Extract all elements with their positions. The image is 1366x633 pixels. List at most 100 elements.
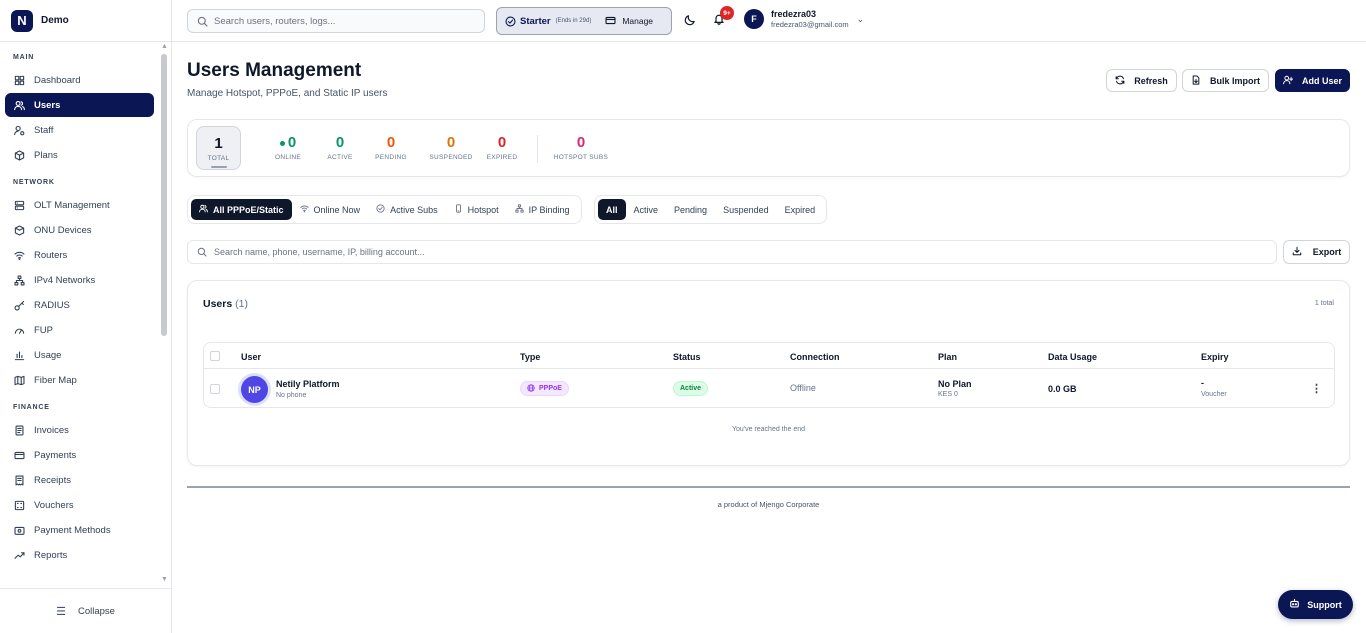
status-tab-pending[interactable]: Pending [666,199,715,220]
sidebar-item-payment-methods[interactable]: Payment Methods [5,518,154,542]
users-count: (1) [235,298,248,310]
users-total: 1 total [1314,300,1334,307]
voucher-icon [13,499,25,511]
support-bot-icon [1289,598,1300,611]
sidebar-item-vouchers[interactable]: Vouchers [5,493,154,517]
check-circle-icon [505,15,516,27]
collapse-button[interactable]: ☰ Collapse [0,588,171,633]
type-badge: PPPoE [520,381,569,396]
sidebar-item-label: Usage [34,349,62,361]
sidebar-item-ipv4-networks[interactable]: IPv4 Networks [5,268,154,292]
stat-value: 0 [386,134,396,151]
column-header-user[interactable]: User [241,352,261,362]
page-subtitle: Manage Hotspot, PPPoE, and Static IP use… [187,88,388,99]
status-tab-expired[interactable]: Expired [777,199,824,220]
sidebar-item-invoices[interactable]: Invoices [5,418,154,442]
sidebar-item-label: Reports [34,549,68,561]
user-search[interactable] [187,240,1277,264]
select-all-checkbox[interactable] [210,351,220,361]
tab-label: IP Binding [528,204,570,215]
sidebar-item-label: Payments [34,449,77,461]
key-icon [13,299,25,311]
sidebar-scrollbar[interactable] [161,54,167,336]
user-phone-cell: No phone [276,392,307,399]
check-circle-icon [376,204,385,215]
sidebar-item-reports[interactable]: Reports [5,543,154,567]
table-row[interactable]: NP Netily Platform No phone PPPoE Active… [204,370,1334,408]
column-header-status[interactable]: Status [673,352,701,362]
status-filter-tabs: All Active Pending Suspended Expired [594,195,828,224]
olt-icon [13,199,25,211]
sidebar-item-plans[interactable]: Plans [5,143,154,167]
scroll-down-arrow-icon[interactable]: ▼ [161,576,168,583]
stat-underline [211,166,227,168]
tab-label: All PPPoE/Static [213,204,284,215]
expiry-sub-cell: Voucher [1201,391,1227,398]
sidebar-item-label: IPv4 Networks [34,274,96,286]
user-menu[interactable]: F fredezra03 fredezra03@gmail.com ⌄ [744,9,864,29]
status-badge: Active [673,381,709,396]
tab-online-now[interactable]: Online Now [292,199,369,220]
column-header-data-usage[interactable]: Data Usage [1048,352,1097,362]
tab-ip-binding[interactable]: IP Binding [507,199,578,220]
plan-box[interactable]: Starter (Ends in 29d) Manage [496,7,672,35]
sidebar-item-label: Receipts [34,474,71,486]
bulk-import-button[interactable]: Bulk Import [1182,69,1269,92]
nav-section-title: MAIN [13,53,35,61]
user-name-cell[interactable]: Netily Platform [276,379,340,389]
plans-icon [13,149,25,161]
tab-hotspot[interactable]: Hotspot [446,199,507,220]
plan-expiry: (Ends in 29d) [555,18,592,24]
stat-total[interactable]: 1 TOTAL [196,126,241,170]
sidebar-item-users[interactable]: Users [5,93,154,117]
column-header-type[interactable]: Type [520,352,540,362]
users-icon [13,99,25,111]
tab-all-pppoe-static[interactable]: All PPPoE/Static [191,199,292,220]
sidebar-item-olt-management[interactable]: OLT Management [5,193,154,217]
refresh-button[interactable]: Refresh [1106,69,1177,92]
stat-expired[interactable]: 0 EXPIRED [467,126,537,170]
export-button[interactable]: Export [1283,240,1350,264]
sidebar-item-payments[interactable]: Payments [5,443,154,467]
manage-plan-button[interactable]: Manage [605,15,653,28]
global-search-input[interactable] [214,15,474,27]
brand[interactable]: N Demo [0,0,171,42]
column-header-expiry[interactable]: Expiry [1201,352,1229,362]
user-search-input[interactable] [214,247,1264,257]
data-usage-cell: 0.0 GB [1048,384,1077,394]
network-icon [13,274,25,286]
sidebar-item-staff[interactable]: Staff [5,118,154,142]
sidebar-item-fup[interactable]: FUP [5,318,154,342]
bulk-import-label: Bulk Import [1209,75,1260,86]
manage-label: Manage [622,16,654,26]
stat-hotspot-subs[interactable]: 0 HOTSPOT SUBS [546,126,616,170]
trend-icon [13,549,25,561]
column-header-connection[interactable]: Connection [790,352,840,362]
column-header-plan[interactable]: Plan [938,352,957,362]
support-button[interactable]: Support [1278,590,1353,619]
sidebar-item-fiber-map[interactable]: Fiber Map [5,368,154,392]
status-tab-suspended[interactable]: Suspended [715,199,777,220]
row-checkbox[interactable] [210,384,220,394]
global-search[interactable] [187,9,485,33]
status-tab-active[interactable]: Active [626,199,667,220]
scroll-up-arrow-icon[interactable]: ▲ [161,43,168,50]
sidebar-item-radius[interactable]: RADIUS [5,293,154,317]
staff-icon [13,124,25,136]
theme-toggle-moon-icon[interactable] [684,14,698,28]
sidebar-item-onu-devices[interactable]: ONU Devices [5,218,154,242]
row-actions-more-icon[interactable]: ⋮ [1311,382,1322,395]
notification-badge: 9+ [720,6,734,20]
sidebar-item-dashboard[interactable]: Dashboard [5,68,154,92]
sidebar-item-receipts[interactable]: Receipts [5,468,154,492]
tab-active-subs[interactable]: Active Subs [368,199,446,220]
wallet-icon [13,524,25,536]
sidebar-item-usage[interactable]: Usage [5,343,154,367]
sidebar-item-label: FUP [34,324,53,336]
stat-label: TOTAL [207,155,230,162]
add-user-button[interactable]: Add User [1275,69,1350,92]
nav-section-title: NETWORK [13,178,55,186]
refresh-label: Refresh [1134,75,1168,86]
status-tab-all[interactable]: All [598,199,626,220]
sidebar-item-routers[interactable]: Routers [5,243,154,267]
